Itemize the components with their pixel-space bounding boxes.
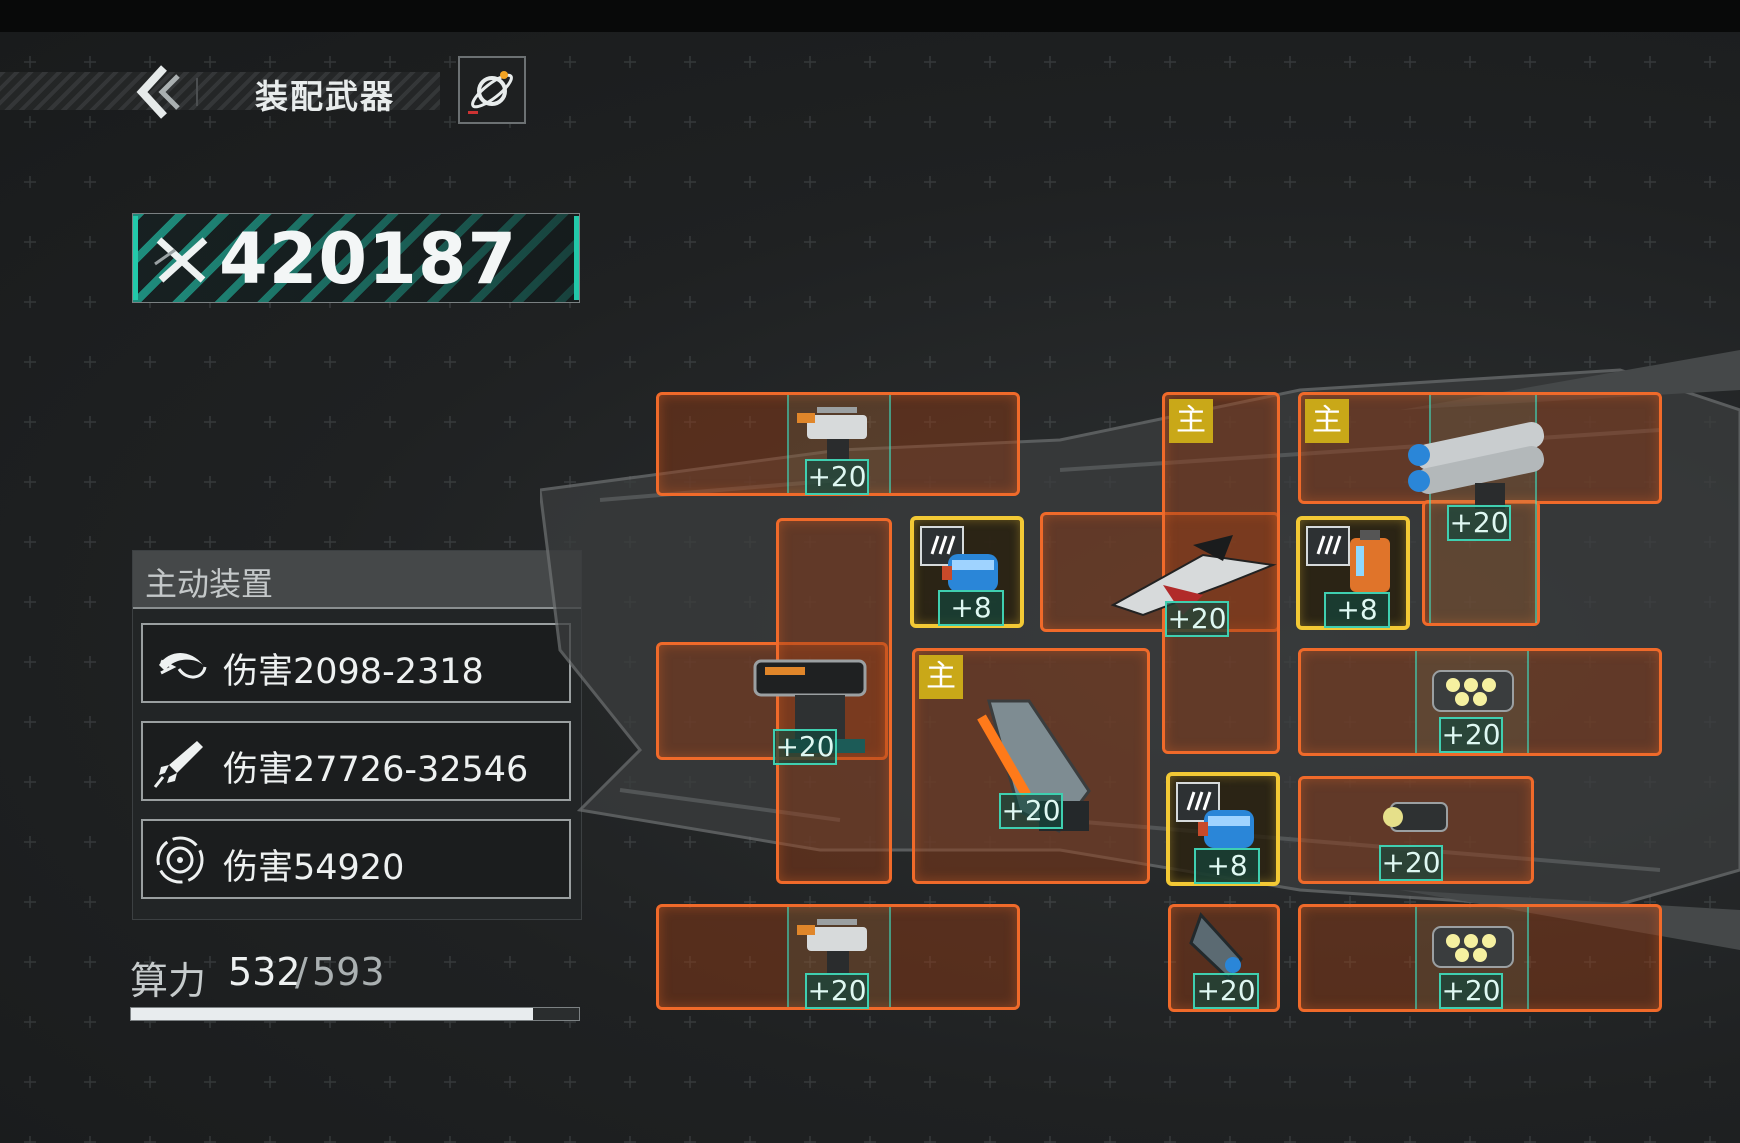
slot-ammo-orange[interactable]: +8 [1296, 516, 1410, 630]
slot-badge: +20 [1379, 845, 1443, 881]
gatling-icon [1432, 926, 1514, 968]
active-devices-header: 主动装置 [133, 551, 581, 609]
slot-badge: +20 [1447, 505, 1511, 541]
slot-ammo-blue-1[interactable]: +8 [910, 516, 1024, 628]
header-separator [196, 78, 198, 106]
slot-badge: +8 [938, 590, 1004, 626]
power-bar-left [133, 216, 138, 300]
gatling-icon [1432, 670, 1514, 712]
compute-label: 算力 [130, 959, 207, 1003]
slot-jet-fighter[interactable]: 主 +20 [1110, 392, 1280, 754]
boomerang-icon [159, 653, 207, 679]
device-row-3[interactable]: 伤害54920 [141, 819, 571, 899]
compute-max: 593 [312, 950, 385, 994]
small-cannon-icon [1383, 802, 1448, 832]
slot-top-right-launcher[interactable]: +20 [1408, 395, 1545, 626]
device-damage-1: 伤害2098-2318 [223, 652, 484, 692]
chevron-left-icon [136, 65, 180, 119]
slot-badge: +20 [805, 459, 869, 495]
turret-icon [797, 407, 867, 461]
slot-center-gun[interactable]: 主 +20 [912, 648, 1150, 884]
slot-top-left-turret[interactable]: +20 [656, 392, 1020, 496]
slot-badge: +8 [1194, 848, 1260, 884]
back-button[interactable] [130, 62, 190, 122]
main-weapon-tag: 主 [919, 655, 963, 699]
turret-icon [797, 919, 867, 973]
power-bar-right [574, 216, 579, 300]
device-row-1[interactable]: 伤害2098-2318 [141, 623, 571, 703]
combat-power-value: 420187 [219, 218, 518, 300]
planet-icon [468, 71, 513, 114]
slot-ammo-blue-2[interactable]: +8 [1166, 772, 1280, 886]
device-damage-2: 伤害27726-32546 [223, 750, 529, 790]
compute-bar [130, 1007, 580, 1021]
fuel-canister-icon [1350, 530, 1390, 592]
device-row-2[interactable]: 伤害27726-32546 [141, 721, 571, 801]
missile-launcher-icon [1408, 422, 1545, 509]
slot-badge: +8 [1324, 592, 1390, 628]
page-title: 装配武器 [255, 77, 395, 116]
compute-bar-fill [131, 1008, 533, 1020]
slot-badge: +20 [1439, 717, 1503, 753]
combat-power: 420187 [132, 213, 580, 303]
slot-badge: +20 [1439, 973, 1503, 1009]
target-ring-icon [156, 836, 204, 884]
slot-badge: +20 [1165, 601, 1229, 637]
slot-badge: +20 [773, 729, 837, 765]
rocket-icon [153, 741, 203, 788]
main-weapon-tag: 主 [1169, 399, 1213, 443]
slot-bottom-left-turret[interactable]: +20 [656, 904, 1020, 1010]
main-weapon-tag: 主 [1305, 399, 1349, 443]
active-devices-panel: 主动装置 伤害2098-2318 伤害27726-32546 伤害54920 [132, 550, 582, 920]
crossed-swords-icon [154, 237, 208, 283]
slot-gatling-1[interactable]: +20 [1298, 648, 1662, 756]
planet-button[interactable] [458, 56, 526, 124]
slot-gatling-2[interactable]: +20 [1298, 904, 1662, 1012]
slot-missile-pod[interactable]: +20 [1168, 904, 1280, 1012]
slot-left-cannon[interactable]: +20 [753, 518, 892, 884]
compute-current: 532 [228, 950, 301, 994]
slot-badge: +20 [805, 973, 869, 1009]
compute-separator: / [295, 950, 308, 994]
slot-small-cannon[interactable]: +20 [1298, 776, 1534, 884]
top-bar [0, 0, 1740, 32]
device-damage-3: 伤害54920 [223, 848, 405, 888]
slot-badge: +20 [999, 793, 1063, 829]
active-devices-title: 主动装置 [145, 565, 274, 603]
slot-badge: +20 [1193, 973, 1259, 1009]
